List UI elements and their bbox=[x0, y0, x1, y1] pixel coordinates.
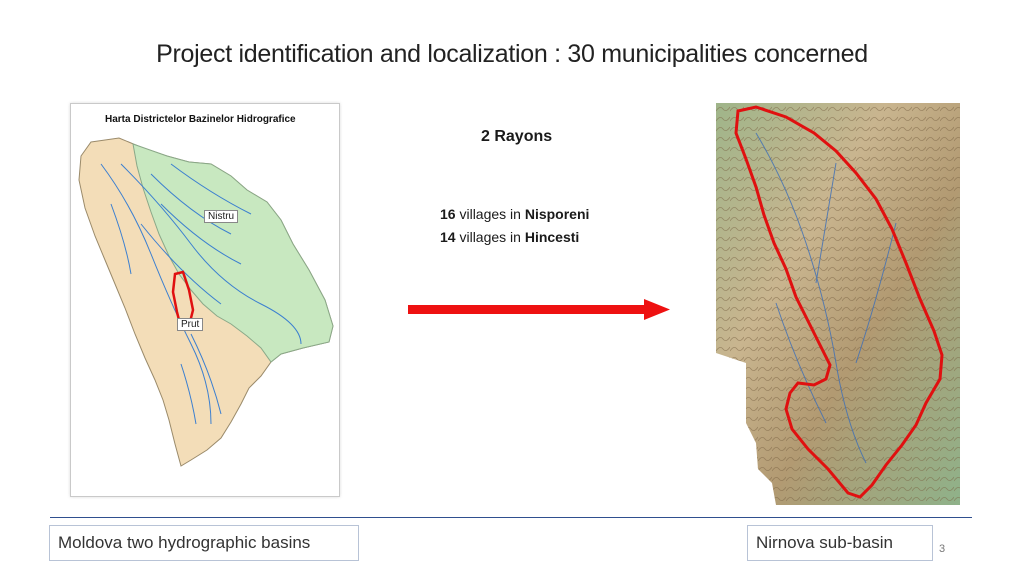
village-place: Nisporeni bbox=[524, 206, 590, 222]
villages-list: 16 villages in Nisporeni 14 villages in … bbox=[440, 203, 589, 249]
village-text: villages in bbox=[455, 229, 525, 245]
rayons-label: 2 Rayons bbox=[481, 128, 553, 145]
label-nistru: Nistru bbox=[204, 210, 239, 223]
map-heading: Harta Districtelor Bazinelor Hidrografic… bbox=[105, 114, 296, 125]
moldova-basins-map: Harta Districtelor Bazinelor Hidrografic… bbox=[70, 103, 340, 497]
village-text: villages in bbox=[455, 206, 525, 222]
right-arrow-icon bbox=[408, 299, 670, 320]
village-line-hincesti: 14 villages in Hincesti bbox=[440, 226, 589, 249]
caption-right: Nirnova sub-basin bbox=[747, 525, 933, 561]
nirnova-relief-map bbox=[716, 103, 960, 505]
moldova-map-drawing bbox=[78, 137, 334, 467]
page-number: 3 bbox=[939, 543, 946, 555]
village-place: Hincesti bbox=[524, 229, 580, 245]
village-line-nisporeni: 16 villages in Nisporeni bbox=[440, 203, 589, 226]
slide-title: Project identification and localization … bbox=[156, 40, 868, 68]
village-count: 16 bbox=[440, 206, 456, 222]
label-prut: Prut bbox=[177, 318, 204, 331]
village-count: 14 bbox=[440, 229, 456, 245]
divider-line bbox=[50, 517, 972, 518]
caption-left: Moldova two hydrographic basins bbox=[49, 525, 359, 561]
